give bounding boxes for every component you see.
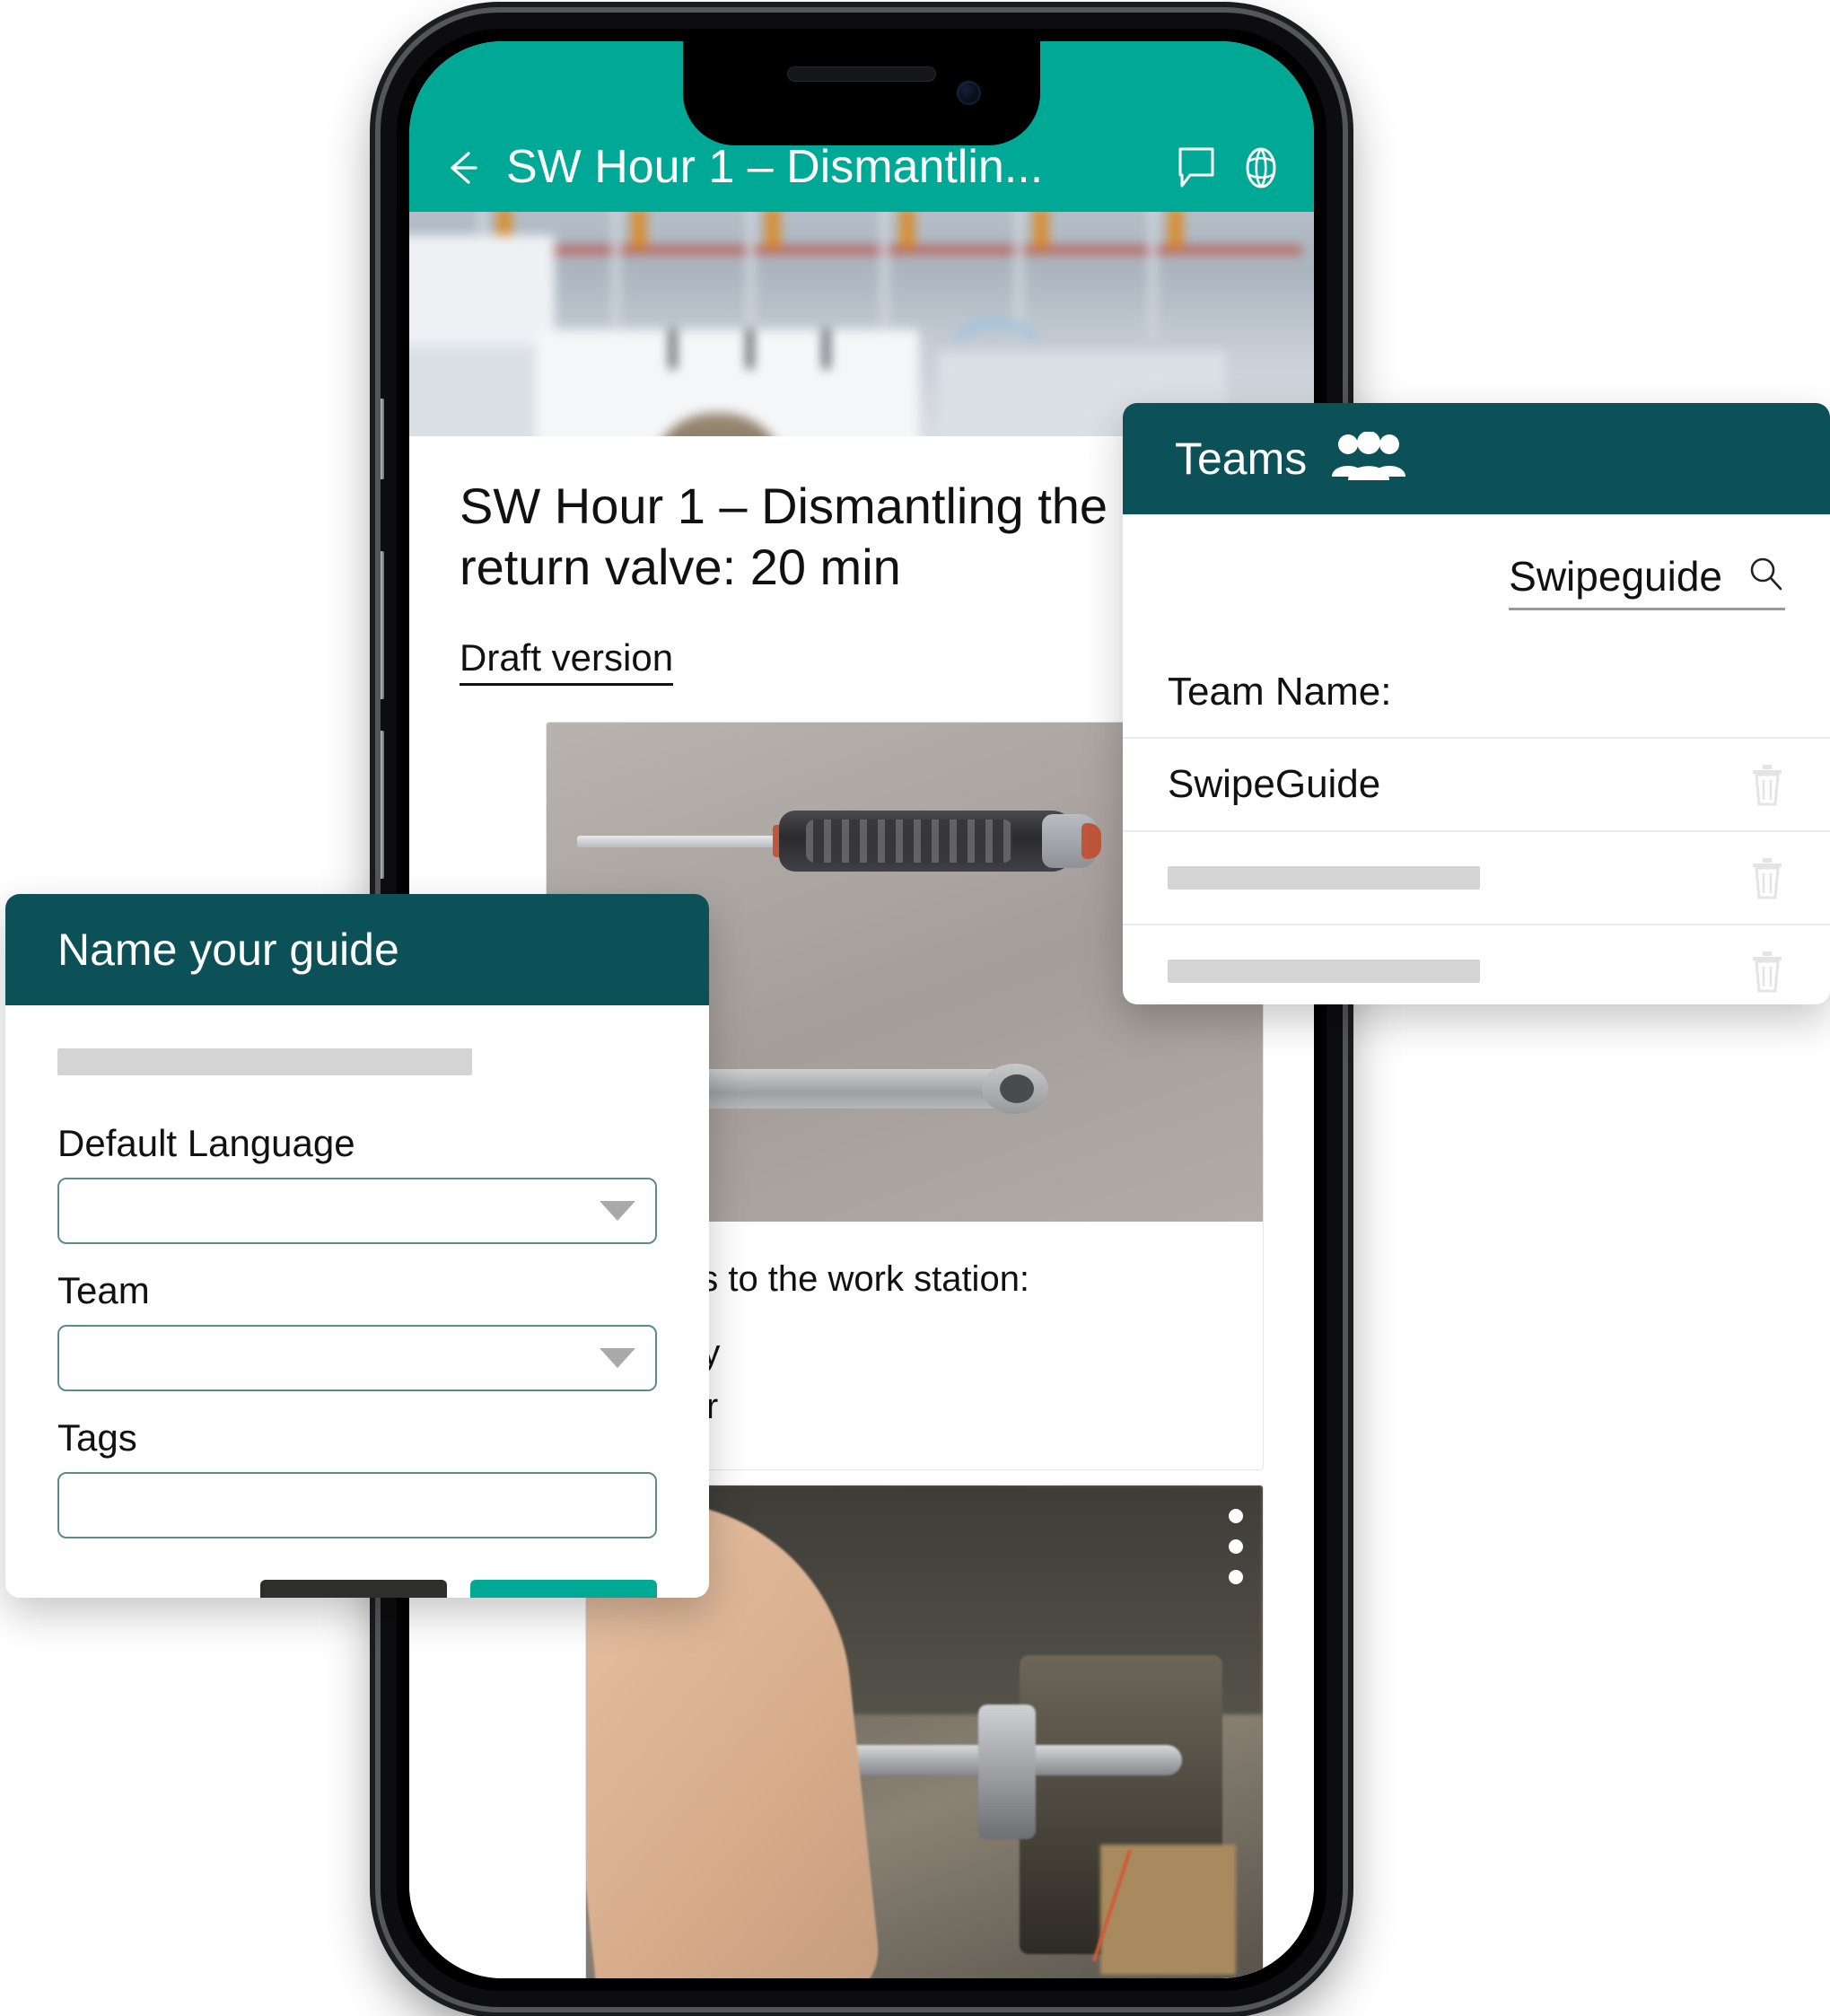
- table-row[interactable]: SwipeGuide: [1123, 737, 1830, 830]
- default-language-select[interactable]: [57, 1178, 657, 1244]
- teams-column-header-label: Team Name:: [1168, 670, 1392, 714]
- guide-name-input[interactable]: [57, 1048, 472, 1075]
- team-name-placeholder: [1168, 960, 1480, 983]
- team-label: Team: [57, 1269, 150, 1311]
- confirm-button[interactable]: [470, 1580, 657, 1598]
- arrow-left-icon[interactable]: [442, 147, 483, 188]
- teams-column-header: Team Name:: [1123, 647, 1830, 737]
- globe-icon[interactable]: [1240, 145, 1282, 190]
- search-icon[interactable]: [1746, 554, 1785, 598]
- phone-volume-down-button[interactable]: [381, 731, 384, 879]
- page-title: SW Hour 1 – Dismantlin...: [506, 143, 1044, 192]
- dialog-header: Name your guide: [5, 894, 709, 1005]
- phone-volume-up-button[interactable]: [381, 551, 384, 699]
- teams-search-field[interactable]: Swipeguide: [1509, 552, 1785, 610]
- screenshot-stage: SW Hour 1 – Dismantlin... SW Hour 1 – Di…: [0, 0, 1830, 2016]
- default-language-label: Default Language: [57, 1122, 355, 1164]
- tags-input[interactable]: [57, 1472, 657, 1538]
- table-row[interactable]: [1123, 924, 1830, 1004]
- teams-search-row: Swipeguide: [1123, 514, 1830, 647]
- team-name-placeholder: [1168, 866, 1480, 890]
- chevron-down-icon: [600, 1201, 635, 1221]
- teams-search-value: Swipeguide: [1509, 552, 1722, 600]
- teams-panel-title: Teams: [1175, 434, 1308, 484]
- dialog-body: Default Language Team Tags: [5, 1005, 709, 1538]
- earpiece-speaker: [787, 66, 936, 82]
- table-row[interactable]: [1123, 830, 1830, 924]
- phone-silence-switch[interactable]: [381, 399, 384, 479]
- cancel-button[interactable]: [260, 1580, 447, 1598]
- chevron-down-icon: [600, 1348, 635, 1368]
- trash-icon[interactable]: [1749, 950, 1785, 993]
- teams-panel-header: Teams: [1123, 403, 1830, 514]
- trash-icon[interactable]: [1749, 763, 1785, 806]
- screwdriver-photo-object: [577, 805, 1107, 875]
- dialog-title: Name your guide: [57, 925, 399, 975]
- draft-version-link[interactable]: Draft version: [460, 636, 674, 686]
- kebab-menu-icon[interactable]: [1229, 1508, 1243, 1584]
- front-camera-icon: [957, 81, 981, 105]
- phone-notch: [683, 41, 1040, 145]
- people-icon: [1330, 430, 1407, 486]
- dialog-actions: [5, 1564, 709, 1598]
- teams-panel: Teams Swipeguide Team Name: SwipeGuide: [1123, 403, 1830, 1004]
- comment-icon[interactable]: [1176, 145, 1217, 190]
- trash-icon[interactable]: [1749, 856, 1785, 899]
- team-select[interactable]: [57, 1325, 657, 1391]
- tags-label: Tags: [57, 1416, 137, 1459]
- name-your-guide-dialog: Name your guide Default Language Team Ta…: [5, 894, 709, 1598]
- team-name-value: SwipeGuide: [1168, 762, 1381, 806]
